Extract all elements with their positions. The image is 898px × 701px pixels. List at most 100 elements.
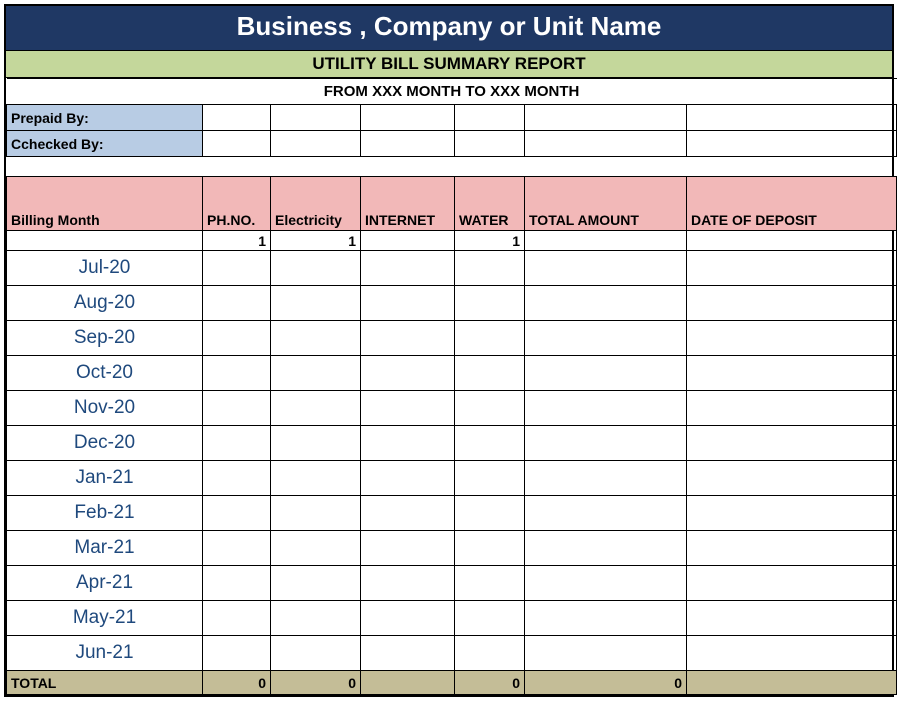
cell[interactable] xyxy=(271,531,361,566)
cell[interactable] xyxy=(455,461,525,496)
cell[interactable] xyxy=(525,321,687,356)
cell[interactable] xyxy=(203,496,271,531)
cell[interactable] xyxy=(687,531,897,566)
cell[interactable] xyxy=(361,286,455,321)
cell[interactable] xyxy=(203,636,271,671)
cell[interactable] xyxy=(687,566,897,601)
cell[interactable] xyxy=(455,391,525,426)
cell[interactable] xyxy=(687,286,897,321)
cell[interactable] xyxy=(525,426,687,461)
cell[interactable] xyxy=(203,601,271,636)
cell[interactable] xyxy=(525,251,687,286)
month-cell[interactable]: Jun-21 xyxy=(7,636,203,671)
cell[interactable] xyxy=(361,601,455,636)
cell[interactable] xyxy=(361,105,455,131)
month-cell[interactable]: Oct-20 xyxy=(7,356,203,391)
cell[interactable] xyxy=(361,251,455,286)
month-cell[interactable]: Apr-21 xyxy=(7,566,203,601)
cell[interactable] xyxy=(525,636,687,671)
cell[interactable] xyxy=(455,321,525,356)
cell[interactable] xyxy=(361,636,455,671)
cell[interactable] xyxy=(525,231,687,251)
cell[interactable] xyxy=(687,356,897,391)
cell[interactable] xyxy=(455,636,525,671)
cell[interactable] xyxy=(203,531,271,566)
cell[interactable] xyxy=(203,356,271,391)
cell[interactable] xyxy=(455,131,525,157)
cell[interactable] xyxy=(361,391,455,426)
cell[interactable] xyxy=(525,601,687,636)
cell[interactable] xyxy=(687,231,897,251)
cell[interactable] xyxy=(271,496,361,531)
cell[interactable] xyxy=(455,566,525,601)
month-cell[interactable]: Dec-20 xyxy=(7,426,203,461)
cell[interactable] xyxy=(361,426,455,461)
cell[interactable] xyxy=(361,461,455,496)
cell[interactable] xyxy=(687,105,897,131)
cell[interactable] xyxy=(525,496,687,531)
cell[interactable] xyxy=(203,566,271,601)
cell[interactable] xyxy=(271,286,361,321)
cell[interactable] xyxy=(7,231,203,251)
cell[interactable] xyxy=(525,566,687,601)
cell[interactable] xyxy=(687,461,897,496)
cell[interactable] xyxy=(687,426,897,461)
cell[interactable] xyxy=(687,251,897,286)
cell[interactable] xyxy=(455,356,525,391)
month-cell[interactable]: Jan-21 xyxy=(7,461,203,496)
month-cell[interactable]: Feb-21 xyxy=(7,496,203,531)
month-cell[interactable]: Aug-20 xyxy=(7,286,203,321)
cell[interactable] xyxy=(271,566,361,601)
cell[interactable] xyxy=(687,391,897,426)
month-cell[interactable]: May-21 xyxy=(7,601,203,636)
month-cell[interactable]: Sep-20 xyxy=(7,321,203,356)
cell[interactable] xyxy=(525,391,687,426)
cell[interactable] xyxy=(271,251,361,286)
cell[interactable] xyxy=(455,105,525,131)
month-cell[interactable]: Jul-20 xyxy=(7,251,203,286)
cell[interactable] xyxy=(271,601,361,636)
cell[interactable] xyxy=(271,105,361,131)
cell[interactable] xyxy=(361,231,455,251)
cell[interactable] xyxy=(455,601,525,636)
cell[interactable] xyxy=(271,391,361,426)
cell[interactable] xyxy=(525,461,687,496)
cell[interactable] xyxy=(455,286,525,321)
cell[interactable] xyxy=(525,105,687,131)
cell[interactable] xyxy=(455,426,525,461)
cell[interactable] xyxy=(203,286,271,321)
cell[interactable] xyxy=(203,251,271,286)
cell[interactable] xyxy=(525,356,687,391)
cell-water-1[interactable]: 1 xyxy=(455,231,525,251)
cell[interactable] xyxy=(525,286,687,321)
cell[interactable] xyxy=(271,426,361,461)
cell[interactable] xyxy=(271,356,361,391)
cell[interactable] xyxy=(687,321,897,356)
cell[interactable] xyxy=(455,251,525,286)
cell[interactable] xyxy=(361,566,455,601)
cell[interactable] xyxy=(361,531,455,566)
cell[interactable] xyxy=(525,531,687,566)
cell[interactable] xyxy=(361,356,455,391)
cell[interactable] xyxy=(687,496,897,531)
cell[interactable] xyxy=(687,601,897,636)
cell[interactable] xyxy=(455,496,525,531)
cell[interactable] xyxy=(687,636,897,671)
cell[interactable] xyxy=(203,461,271,496)
month-cell[interactable]: Mar-21 xyxy=(7,531,203,566)
cell[interactable] xyxy=(203,426,271,461)
cell[interactable] xyxy=(361,131,455,157)
cell[interactable] xyxy=(203,391,271,426)
cell[interactable] xyxy=(361,496,455,531)
cell[interactable] xyxy=(271,321,361,356)
cell[interactable] xyxy=(271,636,361,671)
cell[interactable] xyxy=(687,131,897,157)
cell[interactable] xyxy=(455,531,525,566)
cell[interactable] xyxy=(203,105,271,131)
cell[interactable] xyxy=(271,131,361,157)
cell[interactable] xyxy=(203,131,271,157)
cell-ph-no-1[interactable]: 1 xyxy=(203,231,271,251)
cell-electricity-1[interactable]: 1 xyxy=(271,231,361,251)
cell[interactable] xyxy=(361,321,455,356)
month-cell[interactable]: Nov-20 xyxy=(7,391,203,426)
